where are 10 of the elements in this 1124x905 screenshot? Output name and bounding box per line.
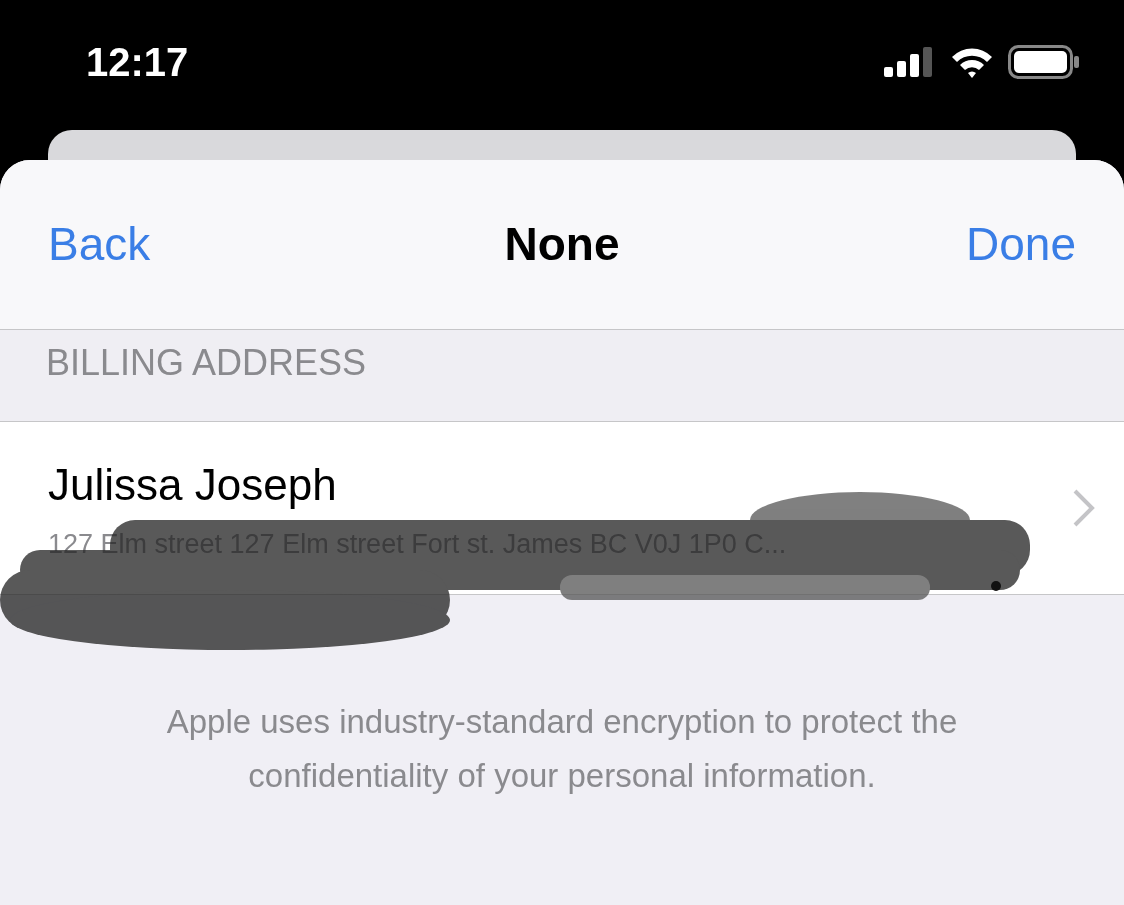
- nav-title: None: [504, 217, 620, 272]
- status-time: 12:17: [86, 39, 189, 86]
- footer-text: Apple uses industry-standard encryption to protect the confidentiality of your personal information.: [165, 702, 959, 796]
- back-button[interactable]: Back: [48, 210, 248, 279]
- contact-name: Julissa Joseph: [48, 458, 338, 511]
- chevron-icon: [1072, 488, 1096, 528]
- wifi-icon: [950, 46, 994, 78]
- done-button[interactable]: Done: [876, 210, 1076, 279]
- section-header: BILLING ADDRESS: [46, 342, 367, 383]
- battery-icon: [1008, 45, 1080, 79]
